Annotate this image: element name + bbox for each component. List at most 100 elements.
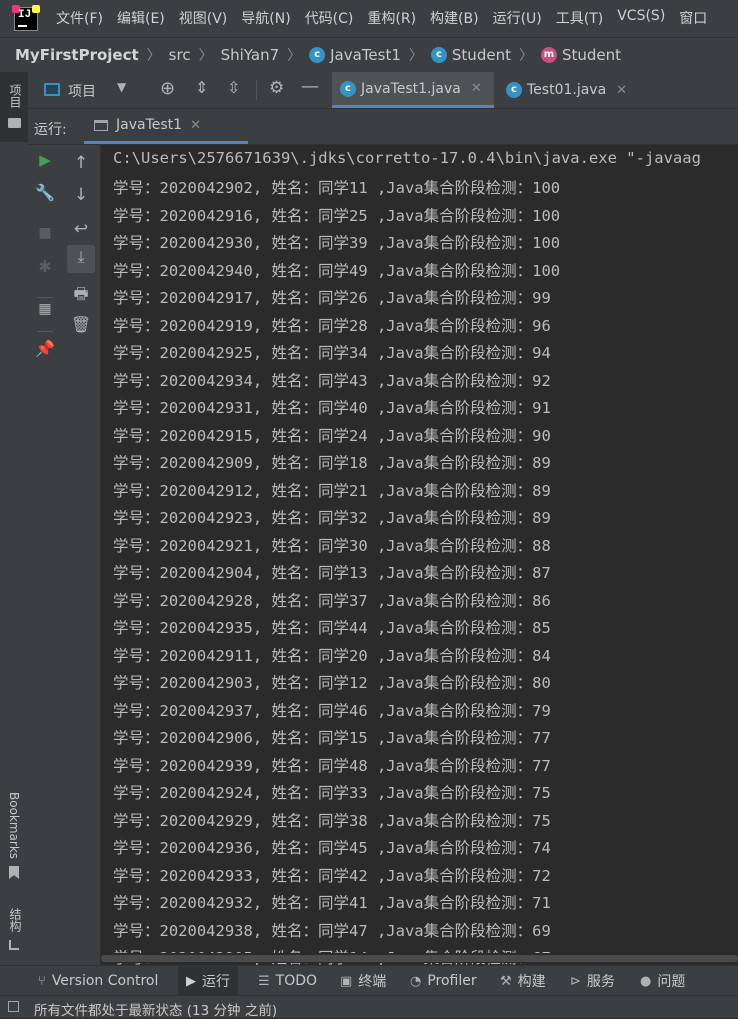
layout-icon[interactable]: ▦ bbox=[28, 301, 62, 317]
bottom-tool-bar: ⑂ Version Control ▶ 运行 ☰ TODO ▣ 终端 ◔ Profiler… bbox=[0, 965, 738, 996]
console-line: 学号：2020042931, 姓名：同学40 ,Java集合阶段检测：91 bbox=[113, 399, 551, 417]
menu-navigate[interactable]: 导航(N) bbox=[241, 8, 290, 28]
close-icon[interactable]: ✕ bbox=[471, 81, 482, 96]
minimize-icon[interactable]: — bbox=[301, 76, 319, 97]
tool-terminal[interactable]: ▣ 终端 bbox=[340, 966, 386, 996]
breadcrumb-class-student[interactable]: Student bbox=[452, 46, 511, 64]
tool-todo[interactable]: ☰ TODO bbox=[258, 966, 317, 996]
structure-tool-label[interactable]: 结构 bbox=[7, 908, 24, 932]
rerun-icon[interactable]: ▶ bbox=[28, 151, 62, 169]
console-line: 学号：2020042911, 姓名：同学20 ,Java集合阶段检测：84 bbox=[113, 646, 551, 665]
console-line: 学号：2020042929, 姓名：同学38 ,Java集合阶段检测：75 bbox=[113, 811, 551, 830]
breadcrumb-package[interactable]: ShiYan7 bbox=[221, 46, 280, 64]
navigation-breadcrumb: MyFirstProject 〉 src 〉 ShiYan7 〉 c JavaT… bbox=[0, 37, 738, 73]
locate-target-icon[interactable]: ⊕ bbox=[160, 78, 175, 99]
breadcrumb-project[interactable]: MyFirstProject bbox=[15, 46, 139, 64]
project-tool-tab[interactable]: 项目 bbox=[0, 72, 28, 142]
console-line: 学号：2020042917, 姓名：同学26 ,Java集合阶段检测：99 bbox=[113, 289, 551, 307]
print-icon[interactable]: 🖶 bbox=[62, 283, 100, 310]
project-panel-label[interactable]: 项目 bbox=[68, 81, 96, 101]
structure-icon bbox=[9, 940, 19, 950]
run-config-tab[interactable]: JavaTest1 ✕ bbox=[84, 109, 248, 144]
hammer-icon: ⚒ bbox=[500, 973, 512, 989]
tool-build[interactable]: ⚒ 构建 bbox=[500, 966, 546, 996]
run-label: 运行: bbox=[34, 122, 67, 138]
trash-icon[interactable]: 🗑 bbox=[62, 315, 100, 334]
tab-javatest1[interactable]: c JavaTest1.java ✕ bbox=[332, 72, 494, 108]
tool-profiler[interactable]: ◔ Profiler bbox=[410, 966, 477, 996]
branch-icon: ⑂ bbox=[38, 973, 46, 989]
gear-icon[interactable]: ⚙ bbox=[269, 78, 284, 98]
console-line: 学号：2020042919, 姓名：同学28 ,Java集合阶段检测：96 bbox=[113, 316, 551, 335]
menu-vcs[interactable]: VCS(S) bbox=[617, 8, 665, 28]
horizontal-scrollbar[interactable] bbox=[101, 953, 738, 963]
scroll-to-end-toggle[interactable]: ⤓ bbox=[67, 245, 95, 273]
bookmark-icon bbox=[9, 866, 19, 879]
chevron-right-icon: 〉 bbox=[408, 48, 423, 64]
tool-problems[interactable]: ● 问题 bbox=[640, 966, 685, 996]
tool-windows-toggle-icon[interactable] bbox=[8, 1001, 19, 1012]
console-line: 学号：2020042903, 姓名：同学12 ,Java集合阶段检测：80 bbox=[113, 674, 551, 692]
console-line: 学号：2020042916, 姓名：同学25 ,Java集合阶段检测：100 bbox=[113, 206, 561, 225]
console-output[interactable]: C:\Users\2576671639\.jdks\corretto-17.0.… bbox=[101, 145, 738, 965]
tool-label: Profiler bbox=[427, 973, 477, 989]
menu-view[interactable]: 视图(V) bbox=[179, 8, 228, 28]
scroll-to-end-icon: ⤓ bbox=[77, 247, 85, 266]
console-line: 学号：2020042940, 姓名：同学49 ,Java集合阶段检测：100 bbox=[113, 261, 561, 280]
console-line: 学号：2020042909, 姓名：同学18 ,Java集合阶段检测：89 bbox=[113, 454, 551, 472]
console-line: 学号：2020042933, 姓名：同学42 ,Java集合阶段检测：72 bbox=[113, 866, 551, 885]
tool-label: Version Control bbox=[51, 973, 159, 989]
menu-window[interactable]: 窗口 bbox=[679, 8, 707, 28]
console-line: 学号：2020042921, 姓名：同学30 ,Java集合阶段检测：88 bbox=[113, 536, 551, 555]
arrow-down-icon[interactable]: ↓ bbox=[62, 185, 100, 205]
folder-icon bbox=[8, 118, 21, 128]
console-line: 学号：2020042902, 姓名：同学11 ,Java集合阶段检测：100 bbox=[113, 179, 561, 197]
console-line: 学号：2020042934, 姓名：同学43 ,Java集合阶段检测：92 bbox=[113, 371, 551, 390]
console-line: 学号：2020042932, 姓名：同学41 ,Java集合阶段检测：71 bbox=[113, 894, 551, 912]
class-icon: c bbox=[430, 47, 447, 63]
project-panel-icon bbox=[44, 83, 60, 96]
console-line: 学号：2020042924, 姓名：同学33 ,Java集合阶段检测：75 bbox=[113, 784, 551, 802]
console-command-line: C:\Users\2576671639\.jdks\corretto-17.0.… bbox=[113, 149, 701, 167]
console-icon bbox=[94, 119, 108, 131]
intellij-logo-icon[interactable]: IJ bbox=[12, 5, 40, 31]
breadcrumb-src[interactable]: src bbox=[169, 46, 191, 64]
pin-icon[interactable]: 📌 bbox=[28, 339, 62, 358]
dropdown-arrow-icon[interactable]: ▼ bbox=[117, 80, 126, 94]
tab-test01[interactable]: c Test01.java ✕ bbox=[498, 72, 654, 108]
tool-label: TODO bbox=[275, 973, 318, 989]
tool-label: 运行 bbox=[202, 974, 230, 990]
console-line: 学号：2020042935, 姓名：同学44 ,Java集合阶段检测：85 bbox=[113, 619, 551, 637]
menu-code[interactable]: 代码(C) bbox=[305, 8, 354, 28]
collapse-all-icon[interactable]: ⇳ bbox=[227, 78, 240, 97]
close-icon[interactable]: ✕ bbox=[616, 83, 627, 98]
soft-wrap-icon[interactable]: ↩ bbox=[62, 219, 100, 239]
menu-refactor[interactable]: 重构(R) bbox=[367, 8, 416, 28]
scrollbar-thumb[interactable] bbox=[101, 955, 738, 962]
services-icon: ⊳ bbox=[570, 973, 581, 989]
tool-version-control[interactable]: ⑂ Version Control bbox=[38, 966, 158, 996]
tab-label: Test01.java bbox=[527, 82, 607, 98]
bookmarks-tool-label[interactable]: Bookmarks bbox=[7, 792, 21, 859]
menu-tools[interactable]: 工具(T) bbox=[556, 8, 603, 28]
tool-services[interactable]: ⊳ 服务 bbox=[570, 966, 615, 996]
run-actions-toolbar: ▶ 🔧 ■ ✱ ▦ 📌 bbox=[28, 145, 62, 965]
run-icon: ▶ bbox=[186, 973, 196, 989]
project-tool-label: 项目 bbox=[8, 84, 22, 108]
tool-run[interactable]: ▶ 运行 bbox=[178, 966, 238, 996]
menu-run[interactable]: 运行(U) bbox=[493, 8, 542, 28]
menu-file[interactable]: 文件(F) bbox=[56, 8, 103, 28]
menu-edit[interactable]: 编辑(E) bbox=[117, 8, 165, 28]
stop-icon[interactable]: ■ bbox=[28, 225, 62, 241]
breadcrumb-class-javatest1[interactable]: JavaTest1 bbox=[330, 46, 401, 64]
breadcrumb-method-student[interactable]: Student bbox=[562, 46, 621, 64]
menu-build[interactable]: 构建(B) bbox=[430, 8, 479, 28]
expand-all-icon[interactable]: ⇕ bbox=[195, 78, 208, 97]
wrench-icon[interactable]: 🔧 bbox=[28, 183, 62, 202]
arrow-up-icon[interactable]: ↑ bbox=[62, 153, 100, 173]
status-text: 所有文件都处于最新状态 (13 分钟 之前) bbox=[34, 1003, 278, 1019]
console-line: 学号：2020042906, 姓名：同学15 ,Java集合阶段检测：77 bbox=[113, 729, 551, 747]
close-icon[interactable]: ✕ bbox=[190, 118, 201, 133]
profiler-icon: ◔ bbox=[410, 973, 422, 989]
debug-bug-icon[interactable]: ✱ bbox=[28, 257, 62, 276]
